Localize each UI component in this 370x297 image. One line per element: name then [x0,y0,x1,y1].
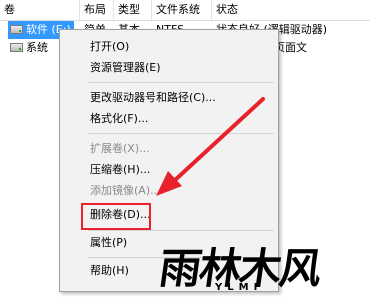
watermark-logo-subtext: YLMF [215,282,266,293]
watermark-logo: 雨林木风 YLMF [156,238,368,297]
